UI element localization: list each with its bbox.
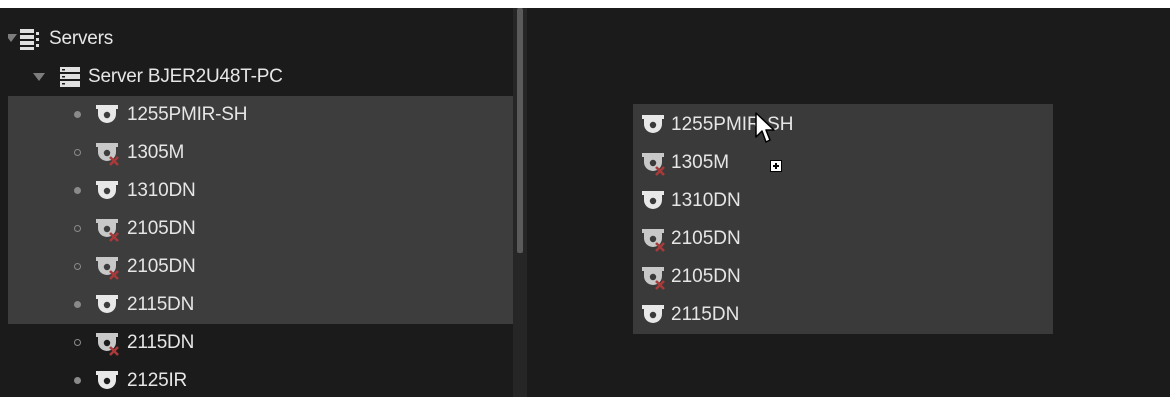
scrollbar-thumb[interactable] [517, 8, 523, 253]
camera-offline-icon [642, 153, 665, 176]
status-offline-dot [74, 149, 81, 156]
drag-preview-item: 2115DN [633, 296, 1053, 334]
tree-camera-item[interactable]: 2125IR [8, 362, 513, 397]
camera-icon [96, 105, 118, 123]
status-online-dot [74, 301, 81, 308]
drag-preview: 1255PMIR-SH 1305M 1310DN 2105DN 2105DN 2… [633, 104, 1053, 334]
resource-browser: Servers Server BJER2U48T-PC 1255PMIR-SH … [0, 8, 1170, 397]
camera-icon [96, 181, 118, 199]
tree-camera-item[interactable]: 1310DN [8, 172, 513, 210]
tree-camera-item[interactable]: 2115DN [8, 286, 513, 324]
expand-arrow-icon[interactable] [33, 73, 45, 81]
camera-icon [642, 305, 664, 323]
camera-offline-icon [96, 219, 119, 242]
server-icon [60, 67, 80, 87]
tree-camera-item[interactable]: 2105DN [8, 248, 513, 286]
drag-preview-item: 2105DN [633, 258, 1053, 296]
status-offline-dot [74, 339, 81, 346]
tree-root-servers[interactable]: Servers [8, 20, 513, 58]
camera-icon [96, 371, 118, 389]
camera-label: 2105DN [127, 256, 196, 277]
camera-offline-icon [642, 229, 665, 252]
tree-root-label: Servers [49, 28, 114, 49]
camera-offline-icon [642, 267, 665, 290]
camera-label: 2115DN [127, 294, 195, 315]
camera-label: 1255PMIR-SH [127, 104, 248, 125]
camera-label: 2105DN [127, 218, 196, 239]
drag-preview-item: 1255PMIR-SH [633, 106, 1053, 144]
drag-preview-item: 1305M [633, 144, 1053, 182]
tree-camera-item[interactable]: 1255PMIR-SH [8, 96, 513, 134]
mouse-pointer-icon [755, 112, 775, 143]
panel-splitter[interactable] [513, 8, 527, 397]
status-online-dot [74, 377, 81, 384]
status-offline-dot [74, 263, 81, 270]
drag-preview-item: 1310DN [633, 182, 1053, 220]
camera-offline-icon [96, 257, 119, 280]
camera-offline-icon [96, 143, 119, 166]
status-online-dot [74, 111, 81, 118]
drag-item-label: 2105DN [671, 228, 741, 249]
drag-item-label: 1305M [671, 152, 730, 173]
camera-label: 2125IR [127, 370, 188, 391]
tree-camera-item[interactable]: 1305M [8, 134, 513, 172]
tree-server-node[interactable]: Server BJER2U48T-PC [8, 58, 513, 96]
drop-area[interactable]: 1255PMIR-SH 1305M 1310DN 2105DN 2105DN 2… [527, 8, 1170, 397]
camera-offline-icon [96, 333, 119, 356]
drag-item-label: 2115DN [671, 304, 740, 325]
camera-icon [642, 115, 664, 133]
drag-item-label: 1310DN [671, 190, 741, 211]
camera-label: 2115DN [127, 332, 195, 353]
status-offline-dot [74, 225, 81, 232]
resource-tree: Servers Server BJER2U48T-PC 1255PMIR-SH … [8, 8, 513, 397]
tree-server-label: Server BJER2U48T-PC [88, 66, 283, 87]
tree-camera-item[interactable]: 2105DN [8, 210, 513, 248]
servers-icon [20, 29, 39, 50]
camera-icon [642, 191, 664, 209]
status-online-dot [74, 187, 81, 194]
tree-camera-item[interactable]: 2115DN [8, 324, 513, 362]
drag-item-label: 2105DN [671, 266, 741, 287]
camera-label: 1310DN [127, 180, 196, 201]
camera-label: 1305M [127, 142, 185, 163]
drag-preview-item: 2105DN [633, 220, 1053, 258]
expand-arrow-icon[interactable] [8, 34, 17, 42]
drag-copy-plus-icon [770, 160, 782, 172]
camera-icon [96, 295, 118, 313]
